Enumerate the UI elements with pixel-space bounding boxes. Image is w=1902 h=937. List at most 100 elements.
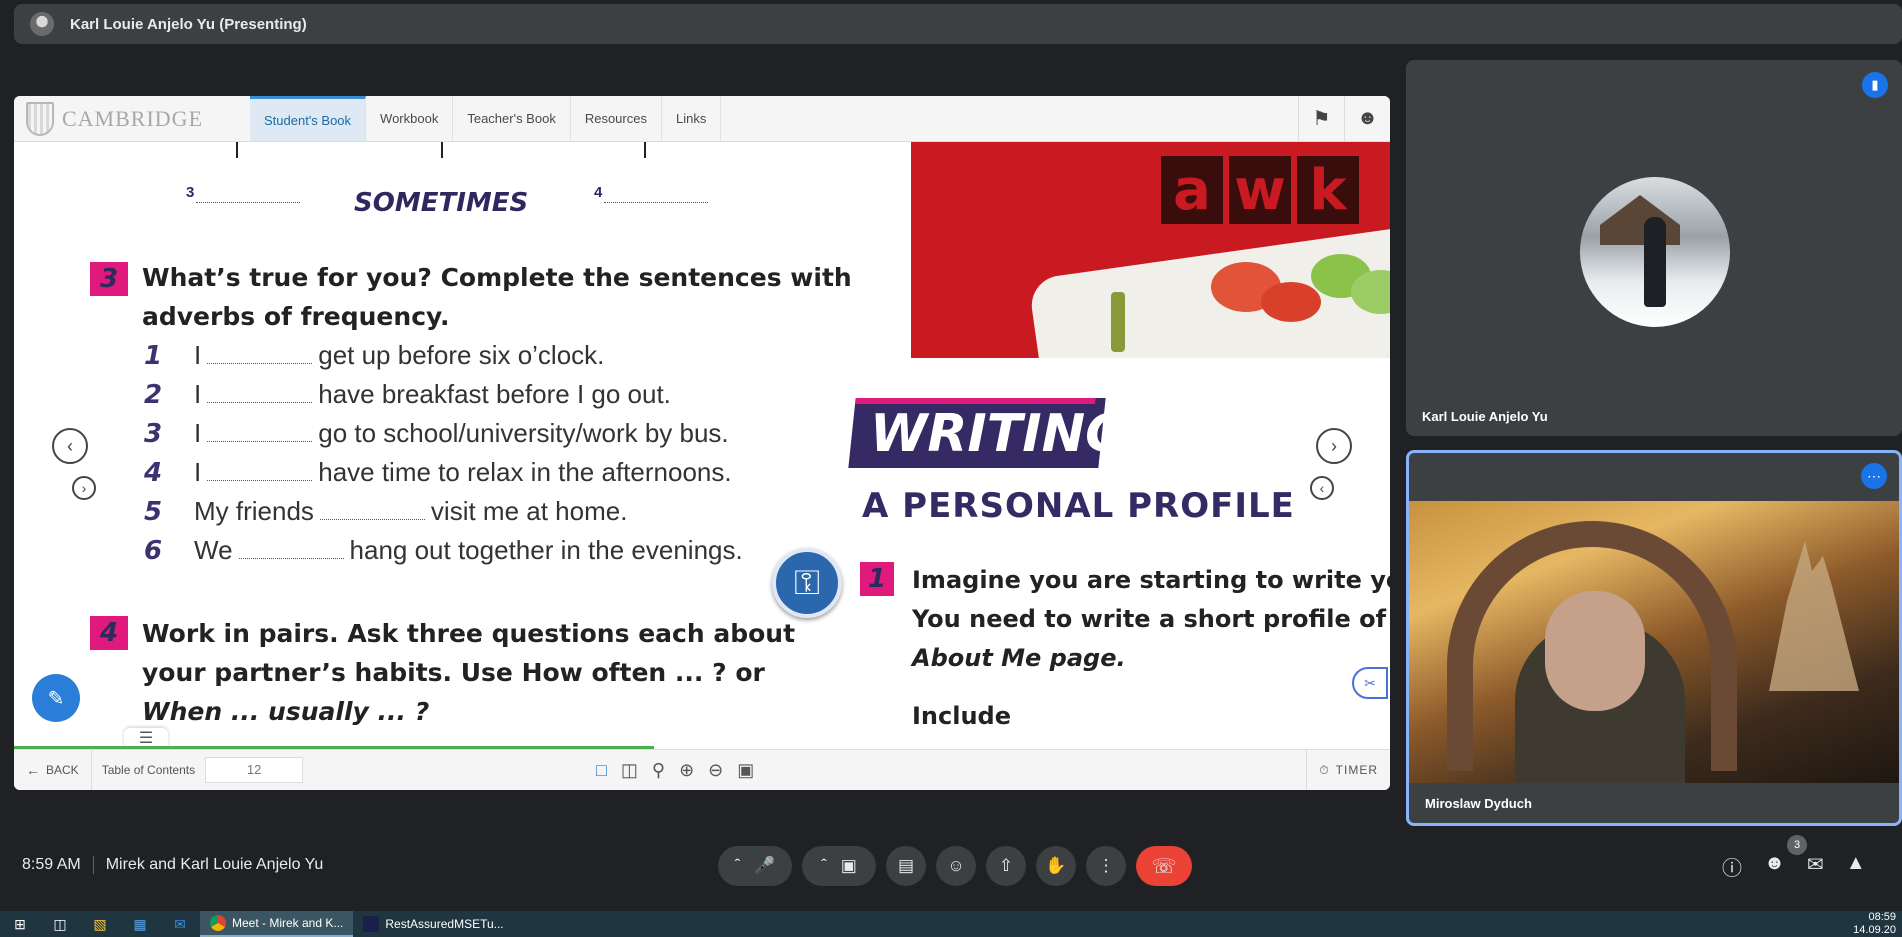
- double-page-icon[interactable]: ◫: [621, 760, 638, 781]
- timer-button[interactable]: ⏱ TIMER: [1306, 750, 1390, 790]
- tab-resources[interactable]: Resources: [571, 96, 662, 141]
- blank-line: [604, 202, 708, 203]
- taskbar-app-chrome[interactable]: Meet - Mirek and K...: [200, 911, 354, 937]
- store-icon[interactable]: ▦: [120, 911, 160, 937]
- meeting-info: 8:59 AM Mirek and Karl Louie Anjelo Yu: [22, 856, 323, 874]
- sentence-item: 1 Iget up before six o’clock.: [144, 340, 605, 371]
- pen-icon[interactable]: ✎: [32, 674, 80, 722]
- activities-icon[interactable]: ▲: [1846, 852, 1866, 881]
- zoom-in-icon[interactable]: ⊕: [679, 760, 694, 781]
- chat-icon[interactable]: ✉: [1807, 852, 1824, 881]
- table-tick: [644, 142, 646, 158]
- search-zoom-icon[interactable]: ⚲: [652, 760, 665, 781]
- sentence-item: 4 Ihave time to relax in the afternoons.: [144, 457, 732, 488]
- present-icon: ⇧: [998, 856, 1014, 875]
- exercise-number: 3: [90, 262, 128, 296]
- avatar: [1580, 177, 1730, 327]
- include-label: Include: [912, 702, 1012, 730]
- tab-workbook[interactable]: Workbook: [366, 96, 454, 141]
- writing-title: WRITING: [870, 404, 1128, 464]
- raise-hand-button[interactable]: ✋: [1036, 846, 1076, 886]
- tab-students-book[interactable]: Student's Book: [250, 96, 367, 141]
- exercise-1-line: You need to write a short profile of you: [912, 605, 1390, 633]
- page-number-input[interactable]: 12: [205, 757, 304, 783]
- emoji-icon: ☺: [947, 856, 965, 875]
- participant-name: Miroslaw Dyduch: [1425, 796, 1532, 811]
- more-options-button[interactable]: ⋮: [1086, 846, 1126, 886]
- exercise-1-line: Imagine you are starting to write your c: [912, 566, 1390, 594]
- menu-icon[interactable]: ☰: [124, 728, 168, 746]
- participant-video: [1409, 501, 1899, 783]
- tab-teachers-book[interactable]: Teacher's Book: [453, 96, 571, 141]
- present-button[interactable]: ⇧: [986, 846, 1026, 886]
- intellij-icon: [363, 916, 380, 932]
- reactions-button[interactable]: ☺: [936, 846, 976, 886]
- shared-screen: CAMBRIDGE Student's Book Workbook Teache…: [14, 96, 1390, 790]
- sentence-item: 2 Ihave breakfast before I go out.: [144, 379, 671, 410]
- prev-spread-icon[interactable]: ›: [72, 476, 96, 500]
- tab-links[interactable]: Links: [662, 96, 722, 141]
- info-icon[interactable]: ⓘ: [1722, 852, 1742, 881]
- zoom-out-icon[interactable]: ⊖: [708, 760, 723, 781]
- sentence-item: 6 We hang out together in the evenings.: [144, 535, 743, 566]
- bookmark-icon[interactable]: ⚑: [1298, 96, 1344, 141]
- participant-name: Karl Louie Anjelo Yu: [1422, 409, 1548, 424]
- presenter-bar: Karl Louie Anjelo Yu (Presenting): [14, 4, 1902, 44]
- captions-button[interactable]: ▤: [886, 846, 926, 886]
- exercise-number: 1: [860, 562, 894, 596]
- exercise-1-line: About Me page.: [912, 644, 1126, 672]
- arrow-left-icon: ←: [26, 762, 40, 778]
- ebook-footer: ← BACK Table of Contents 12 □ ◫ ⚲ ⊕ ⊖ ▣ ⏱…: [14, 749, 1390, 790]
- blank-number: 4: [594, 184, 603, 201]
- next-page-icon[interactable]: ›: [1316, 428, 1352, 464]
- system-clock[interactable]: 08:59 14.09.20: [1853, 911, 1902, 937]
- call-controls: ˆ 🎤 ˆ ▣ ▤ ☺ ⇧ ✋ ⋮ ☏: [718, 846, 1192, 886]
- captions-icon: ▤: [897, 856, 915, 875]
- presenter-avatar: [30, 12, 54, 36]
- presenter-label: Karl Louie Anjelo Yu (Presenting): [70, 15, 307, 33]
- outlook-icon[interactable]: ✉: [160, 911, 200, 937]
- windows-start-icon[interactable]: ⊞: [0, 911, 40, 937]
- scissors-icon[interactable]: ✂: [1352, 667, 1388, 699]
- participant-tile[interactable]: ⋯ Miroslaw Dyduch: [1406, 450, 1902, 826]
- speaking-indicator-icon: ▮: [1862, 72, 1888, 98]
- meeting-title: Mirek and Karl Louie Anjelo Yu: [105, 856, 324, 873]
- camera-button[interactable]: ˆ ▣: [802, 846, 876, 886]
- participant-tile[interactable]: ▮ Karl Louie Anjelo Yu: [1406, 60, 1902, 436]
- answer-key-icon[interactable]: ⚿: [772, 548, 842, 618]
- end-call-icon: ☏: [1151, 855, 1177, 878]
- more-options-icon[interactable]: ⋯: [1861, 463, 1887, 489]
- sometimes-label: SOMETIMES: [354, 188, 529, 218]
- fit-screen-icon[interactable]: ▣: [737, 760, 754, 781]
- people-icon[interactable]: ☻: [1764, 852, 1785, 881]
- sentence-item: 5 My friends visit me at home.: [144, 496, 628, 527]
- blank-line: [196, 202, 300, 203]
- taskbar: ⊞ ◫ ▧ ▦ ✉ Meet - Mirek and K... RestAssu…: [0, 911, 1902, 937]
- ebook-header: CAMBRIDGE Student's Book Workbook Teache…: [14, 96, 1390, 142]
- cambridge-logo: CAMBRIDGE: [14, 96, 250, 141]
- meeting-time: 8:59 AM: [22, 856, 81, 873]
- hand-icon: ✋: [1045, 856, 1067, 875]
- blank-number: 3: [186, 184, 195, 201]
- prev-page-icon[interactable]: ‹: [52, 428, 88, 464]
- sentence-item: 3 Igo to school/university/work by bus.: [144, 418, 729, 449]
- chevron-up-icon[interactable]: ˆ: [821, 856, 827, 876]
- stopwatch-icon: ⏱: [1319, 762, 1330, 777]
- table-tick: [236, 142, 238, 158]
- exercise-number: 4: [90, 616, 128, 650]
- food-photo: a w k: [911, 142, 1390, 358]
- chevron-up-icon[interactable]: ˆ: [735, 856, 741, 876]
- account-icon[interactable]: ☻: [1344, 96, 1390, 141]
- task-view-icon[interactable]: ◫: [40, 911, 80, 937]
- exercise-4-instructions: Work in pairs. Ask three questions each …: [142, 619, 796, 726]
- single-page-icon[interactable]: □: [596, 760, 607, 781]
- exercise-3-instructions: What’s true for you? Complete the senten…: [142, 263, 852, 331]
- next-spread-icon[interactable]: ‹: [1310, 476, 1334, 500]
- leave-call-button[interactable]: ☏: [1136, 846, 1192, 886]
- microphone-button[interactable]: ˆ 🎤: [718, 846, 792, 886]
- back-button[interactable]: ← BACK: [14, 750, 92, 790]
- table-of-contents-button[interactable]: Table of Contents: [92, 763, 205, 777]
- file-explorer-icon[interactable]: ▧: [80, 911, 120, 937]
- taskbar-app-intellij[interactable]: RestAssuredMSETu...: [353, 911, 513, 937]
- book-page: 3 SOMETIMES 4 3 What’s true for you? Com…: [14, 142, 1390, 746]
